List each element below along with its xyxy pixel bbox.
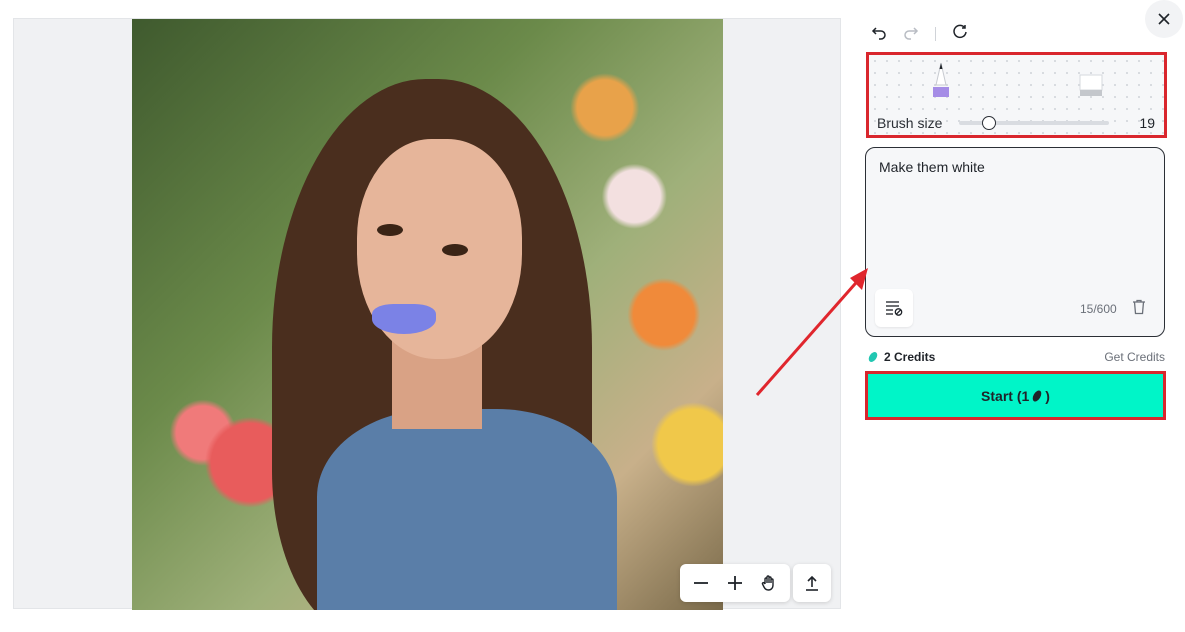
redo-button[interactable]	[903, 24, 919, 45]
brush-panel: Brush size 19	[866, 52, 1167, 138]
start-button-highlight: Start (1 )	[865, 371, 1166, 420]
undo-button[interactable]	[871, 24, 887, 45]
photo-jacket	[317, 409, 617, 610]
start-button-label: Start (1	[981, 387, 1030, 404]
eraser-tool[interactable]	[1077, 73, 1105, 99]
eraser-icon	[1079, 74, 1103, 96]
reset-button[interactable]	[952, 24, 968, 45]
char-count: 15/600	[1080, 302, 1117, 316]
brush-size-row: Brush size 19	[877, 113, 1157, 133]
zoom-out-button[interactable]	[686, 568, 716, 598]
pencil-tool[interactable]	[929, 61, 953, 99]
pencil-icon	[933, 62, 949, 97]
history-separator	[935, 27, 936, 41]
redo-icon	[904, 26, 919, 40]
portrait-photo[interactable]	[132, 19, 723, 610]
close-button[interactable]	[1145, 0, 1183, 38]
pan-button[interactable]	[754, 568, 784, 598]
credit-bean-icon	[868, 352, 878, 362]
image-canvas[interactable]	[13, 18, 841, 610]
photo-eye-right	[442, 244, 468, 256]
brush-mask-teeth	[372, 304, 436, 334]
zoom-toolbar	[680, 564, 790, 602]
start-button-close-paren: )	[1045, 387, 1050, 404]
close-icon	[1158, 13, 1170, 25]
prompt-text[interactable]: Make them white	[879, 159, 985, 175]
delete-prompt-button[interactable]	[1132, 299, 1146, 320]
brush-size-slider[interactable]	[959, 116, 1109, 130]
export-icon	[806, 575, 818, 591]
undo-icon	[871, 26, 886, 40]
trash-icon	[1133, 299, 1145, 315]
zoom-in-button[interactable]	[720, 568, 750, 598]
zoom-out-icon	[694, 582, 708, 584]
hand-icon	[761, 575, 774, 591]
clear-format-icon	[886, 301, 903, 316]
brush-size-slider-thumb[interactable]	[982, 116, 996, 130]
start-button[interactable]: Start (1 )	[868, 374, 1163, 417]
brush-size-value: 19	[1139, 115, 1155, 131]
credits-count: 2 Credits	[884, 350, 936, 364]
export-button[interactable]	[793, 564, 831, 602]
prompt-textarea[interactable]: Make them white 15/600	[865, 147, 1165, 337]
get-credits-link[interactable]: Get Credits	[1104, 350, 1165, 364]
credit-bean-icon	[1033, 390, 1042, 401]
photo-eye-left	[377, 224, 403, 236]
credits-row: 2 Credits Get Credits	[867, 350, 1165, 364]
clear-prompt-button[interactable]	[875, 289, 913, 327]
zoom-in-icon	[728, 576, 742, 590]
history-controls	[871, 24, 968, 44]
brush-size-label: Brush size	[877, 115, 943, 131]
reset-icon	[953, 24, 967, 38]
